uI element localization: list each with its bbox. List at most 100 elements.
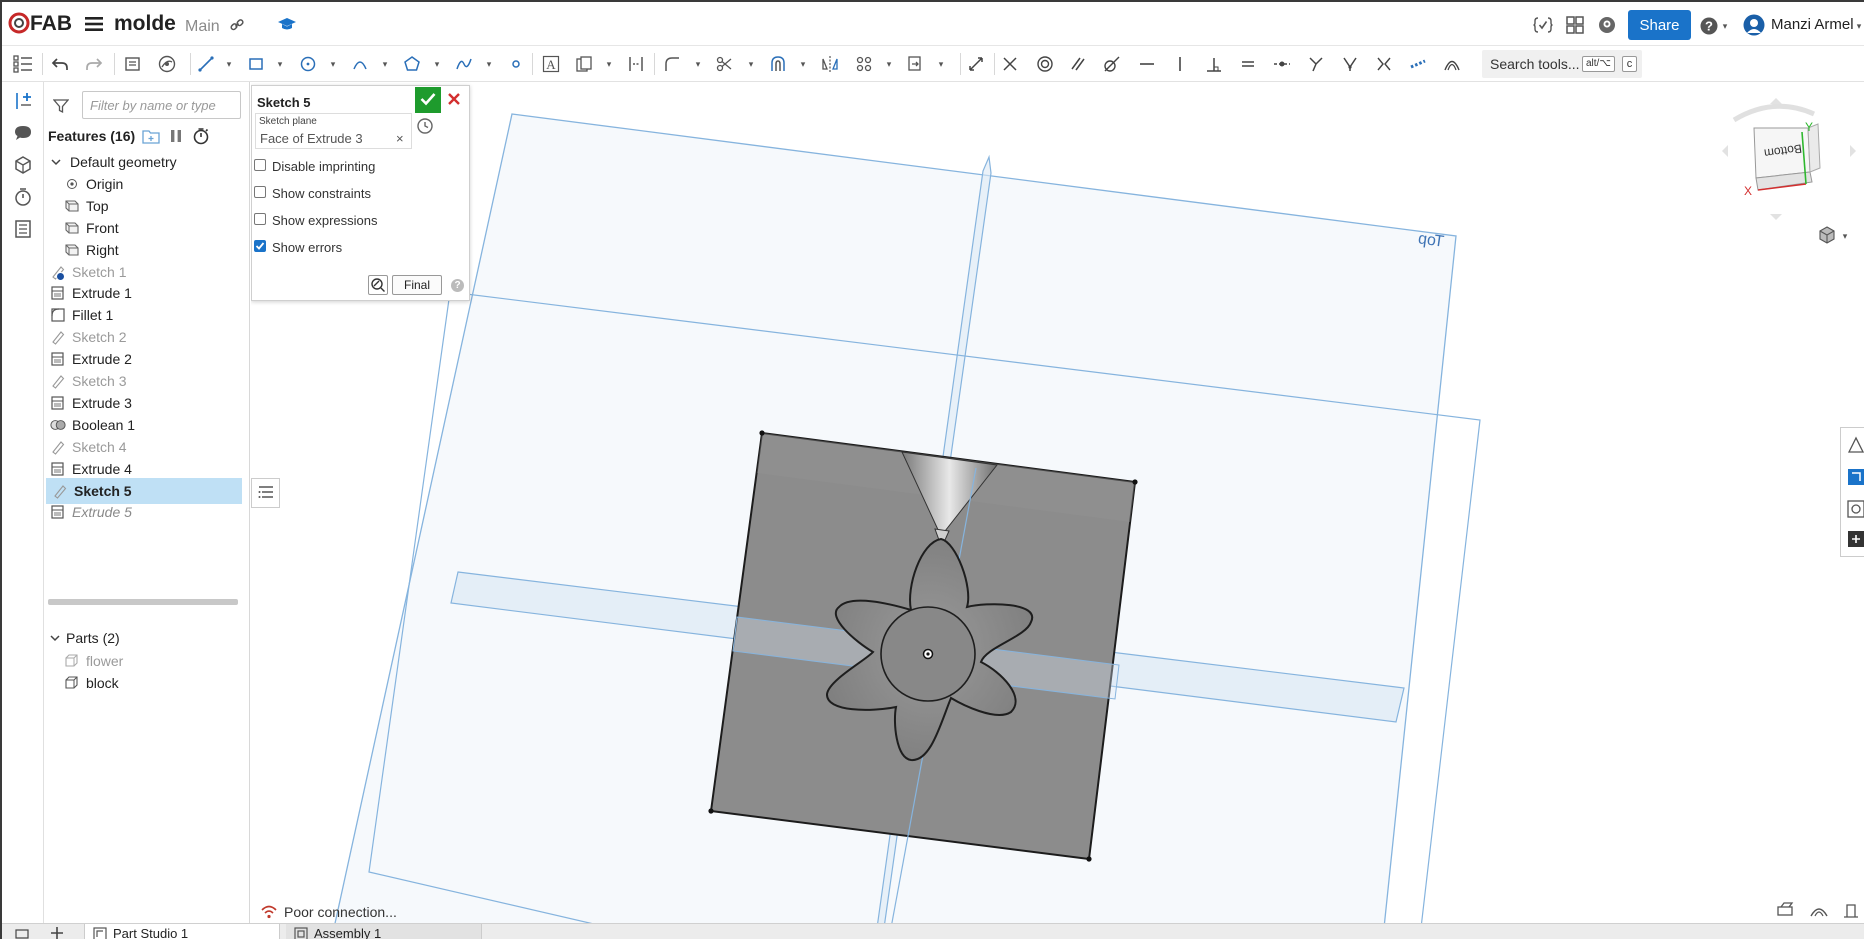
view-options-chevron-down-icon[interactable]: ▾	[1840, 231, 1850, 241]
search-tools-box[interactable]: Search tools... alt/⌥ c	[1482, 50, 1642, 78]
render-mode-icon[interactable]	[1808, 900, 1830, 920]
graphics-viewport[interactable]: Top Sketch 5 Sketch plane Face of Extrud…	[251, 82, 1864, 928]
spline-tool-icon[interactable]	[454, 54, 474, 74]
part-item-block[interactable]: block	[44, 670, 244, 696]
line-tool-icon[interactable]	[196, 54, 216, 74]
dimension-icon[interactable]	[966, 54, 986, 74]
accept-button[interactable]	[415, 87, 441, 113]
variables-panel-icon[interactable]	[12, 154, 34, 176]
measure-icon[interactable]	[1845, 466, 1864, 488]
trim-chevron-down-icon[interactable]: ▾	[746, 59, 756, 69]
dialog-help-icon[interactable]: ?	[451, 279, 464, 292]
insert-feature-icon[interactable]	[12, 90, 34, 112]
equal-icon[interactable]	[1238, 54, 1258, 74]
rollback-bar[interactable]	[48, 599, 238, 605]
pause-icon[interactable]	[168, 127, 184, 145]
parts-chevron-down-icon[interactable]	[48, 631, 62, 645]
view-cube[interactable]: Bottom X Y	[1714, 98, 1864, 248]
checkbox-show-expressions[interactable]	[254, 213, 266, 225]
option-show-expressions[interactable]: Show expressions	[252, 213, 452, 233]
model-canvas[interactable]	[251, 82, 1864, 928]
final-button[interactable]: Final	[392, 275, 442, 295]
horizontal-icon[interactable]	[1137, 54, 1157, 74]
vertical-icon[interactable]	[1170, 54, 1190, 74]
document-name[interactable]: molde	[114, 12, 176, 36]
learning-center-icon[interactable]	[276, 15, 298, 33]
tab-part-studio[interactable]: Part Studio 1	[84, 924, 280, 939]
transform-icon[interactable]	[906, 54, 926, 74]
add-tab-icon[interactable]	[48, 925, 66, 939]
filter-input[interactable]: Filter by name or type	[82, 91, 241, 119]
camera-icon[interactable]	[14, 926, 30, 939]
point-tool-icon[interactable]	[506, 54, 526, 74]
help-chevron-down-icon[interactable]: ▾	[1720, 21, 1730, 31]
sketch-plane-field[interactable]: Sketch plane Face of Extrude 3 ×	[255, 113, 412, 149]
concentric-icon[interactable]	[1035, 54, 1055, 74]
add-folder-icon[interactable]	[142, 127, 160, 145]
pierce-icon[interactable]	[1340, 54, 1360, 74]
parts-header[interactable]: Parts (2)	[66, 630, 120, 646]
checkbox-disable-imprinting[interactable]	[254, 159, 266, 171]
help-icon[interactable]: ?	[1699, 16, 1719, 36]
comments-icon[interactable]	[12, 122, 34, 144]
option-show-constraints[interactable]: Show constraints	[252, 186, 452, 206]
sketch-list-toggle[interactable]	[251, 478, 280, 508]
polygon-tool-chevron-down-icon[interactable]: ▾	[432, 59, 442, 69]
app-store-icon[interactable]	[1564, 15, 1586, 35]
user-avatar-icon[interactable]	[1742, 14, 1766, 36]
symmetric-icon[interactable]	[1374, 54, 1394, 74]
bill-of-materials-icon[interactable]	[12, 218, 34, 240]
offset-icon[interactable]	[768, 54, 788, 74]
redo-icon[interactable]	[84, 54, 104, 74]
midpoint-icon[interactable]	[1272, 54, 1292, 74]
checkbox-show-errors[interactable]	[254, 240, 266, 252]
variables-icon[interactable]	[1532, 15, 1554, 35]
construction-icon[interactable]	[626, 54, 646, 74]
fillet-chevron-down-icon[interactable]: ▾	[693, 59, 703, 69]
user-chevron-down-icon[interactable]: ▾	[1854, 21, 1864, 31]
option-disable-imprinting[interactable]: Disable imprinting	[252, 159, 452, 179]
circle-tool-chevron-down-icon[interactable]: ▾	[328, 59, 338, 69]
tangent-icon[interactable]	[1102, 54, 1122, 74]
line-tool-chevron-down-icon[interactable]: ▾	[224, 59, 234, 69]
configurations-icon[interactable]	[1845, 528, 1864, 550]
text-tool-icon[interactable]: A	[540, 54, 562, 74]
feature-list-toggle-icon[interactable]	[12, 54, 34, 74]
spline-tool-chevron-down-icon[interactable]: ▾	[484, 59, 494, 69]
pattern-icon[interactable]	[854, 54, 874, 74]
sketch-history-icon[interactable]	[416, 117, 434, 135]
mass-properties-icon[interactable]	[1845, 498, 1864, 520]
sketch-mode-icon[interactable]	[156, 54, 178, 74]
rebuild-timer-icon[interactable]	[191, 126, 211, 146]
cancel-button[interactable]	[444, 90, 464, 110]
appearance-icon[interactable]	[1845, 434, 1864, 456]
arc-tool-chevron-down-icon[interactable]: ▾	[380, 59, 390, 69]
trim-icon[interactable]	[714, 54, 734, 74]
parallel-icon[interactable]	[1068, 54, 1088, 74]
section-view-icon[interactable]	[1775, 900, 1795, 920]
clear-plane-icon[interactable]: ×	[396, 131, 404, 146]
transform-chevron-down-icon[interactable]: ▾	[936, 59, 946, 69]
link-icon[interactable]	[228, 16, 246, 34]
option-show-errors[interactable]: Show errors	[252, 240, 452, 260]
rectangle-tool-icon[interactable]	[246, 54, 266, 74]
view-options-cube-icon[interactable]	[1817, 226, 1837, 244]
hamburger-menu-icon[interactable]	[84, 14, 104, 34]
checkbox-show-constraints[interactable]	[254, 186, 266, 198]
sketch-fillet-icon[interactable]	[662, 54, 682, 74]
insert-image-icon[interactable]	[574, 54, 594, 74]
share-button[interactable]: Share	[1628, 10, 1691, 40]
rectangle-tool-chevron-down-icon[interactable]: ▾	[275, 59, 285, 69]
named-views-icon[interactable]	[1841, 900, 1861, 920]
filter-icon[interactable]	[52, 97, 70, 115]
fix-icon[interactable]	[1408, 54, 1428, 74]
curvature-icon[interactable]	[1442, 54, 1462, 74]
mirror-icon[interactable]	[820, 54, 840, 74]
normal-icon[interactable]	[1306, 54, 1326, 74]
undo-icon[interactable]	[50, 54, 70, 74]
feature-item-extrude-5[interactable]: Extrude 5	[44, 499, 244, 525]
offset-chevron-down-icon[interactable]: ▾	[798, 59, 808, 69]
branch-name[interactable]: Main	[185, 18, 220, 36]
chevron-down-icon[interactable]	[48, 154, 64, 170]
pattern-chevron-down-icon[interactable]: ▾	[884, 59, 894, 69]
